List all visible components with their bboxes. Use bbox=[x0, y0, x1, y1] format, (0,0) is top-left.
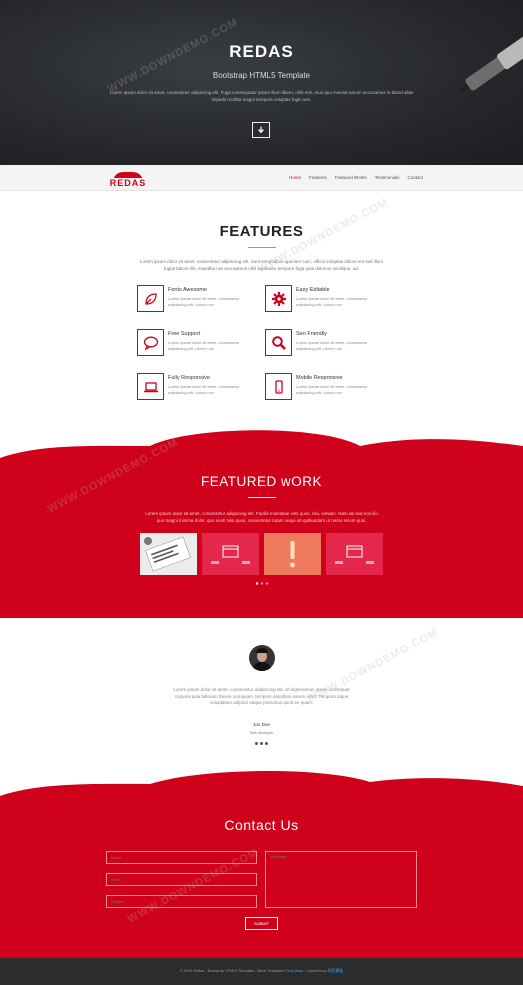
footer-text: © 2015 Redas - Bootstrap HTML5 Template … bbox=[0, 969, 523, 974]
footer-middle: - Collect from bbox=[303, 969, 327, 973]
testimonial-quote: Lorem ipsum dolor sit amet, consectetur … bbox=[173, 687, 350, 705]
featured-work-wave bbox=[0, 430, 523, 464]
feature-seo-friendly: Seo Friendly Lorem ipsum dolor sit amet,… bbox=[265, 329, 385, 359]
hero-title: REDAS bbox=[229, 42, 294, 61]
mobile-icon bbox=[275, 380, 283, 394]
nav-item-features[interactable]: Features bbox=[309, 175, 327, 180]
avatar bbox=[249, 645, 275, 671]
submit-button[interactable]: SUBMIT bbox=[245, 917, 278, 930]
feature-desc: Lorem ipsum dolor sit amet, consectetur … bbox=[296, 340, 368, 351]
hero-section: REDAS Bootstrap HTML5 Template Lorem ips… bbox=[0, 0, 523, 165]
work-thumbnail-1[interactable] bbox=[140, 533, 197, 575]
nav-menu: Home Features Featured Works Testimonial… bbox=[289, 175, 423, 180]
footer-link-source[interactable]: 网页模板 bbox=[328, 969, 343, 973]
arrow-down-icon bbox=[258, 126, 264, 134]
footer-copyright: © 2015 Redas - Bootstrap HTML5 Template … bbox=[179, 969, 285, 973]
navbar: REDAS Home Features Featured Works Testi… bbox=[0, 165, 523, 191]
testimonial-role: Web developer bbox=[249, 731, 274, 735]
nav-item-testimonials[interactable]: Testimonials bbox=[375, 175, 400, 180]
message-field[interactable] bbox=[265, 851, 417, 908]
work-thumbnail-2[interactable] bbox=[202, 533, 259, 575]
featured-work-title: FEATURED wORK bbox=[200, 474, 322, 489]
subject-field[interactable] bbox=[106, 895, 257, 908]
nav-item-featured-works[interactable]: Featured Works bbox=[335, 175, 367, 180]
feature-easy-editable: Easy Editable Lorem ipsum dolor sit amet… bbox=[265, 285, 385, 315]
feature-mobile-responsive: Mobile Responsive Lorem ipsum dolor sit … bbox=[265, 373, 385, 403]
chat-icon bbox=[143, 336, 159, 351]
featured-work-divider bbox=[248, 497, 276, 498]
design-sketch-image bbox=[140, 533, 197, 575]
feature-fonts-awesome: Fonts Awesome Lorem ipsum dolor sit amet… bbox=[137, 285, 257, 315]
feature-desc: Lorem ipsum dolor sit amet, consectetur … bbox=[296, 384, 368, 395]
work-thumbnail-3[interactable] bbox=[264, 533, 321, 575]
name-field[interactable] bbox=[106, 851, 257, 864]
leaf-icon bbox=[145, 293, 157, 305]
hero-text: Lorem ipsum dolor sit amet, consectetur … bbox=[109, 90, 414, 102]
pen-image bbox=[458, 29, 523, 96]
feature-fully-responsive: Fully Responsive Lorem ipsum dolor sit a… bbox=[137, 373, 257, 403]
footer: © 2015 Redas - Bootstrap HTML5 Template … bbox=[0, 958, 523, 985]
email-field[interactable] bbox=[106, 873, 257, 886]
nav-item-contact[interactable]: Contact bbox=[407, 175, 423, 180]
feature-desc: Lorem ipsum dolor sit amet, consectetur … bbox=[296, 296, 368, 307]
feature-title: Fonts Awesome bbox=[168, 287, 208, 293]
hero-subtitle: Bootstrap HTML5 Template bbox=[212, 71, 311, 80]
nav-item-home[interactable]: Home bbox=[289, 175, 301, 180]
features-title: FEATURES bbox=[219, 223, 304, 240]
feature-free-support: Free Support Lorem ipsum dolor sit amet,… bbox=[137, 329, 257, 359]
carousel-dots[interactable] bbox=[255, 582, 269, 585]
feature-title: Free Support bbox=[168, 331, 201, 337]
features-divider bbox=[248, 247, 276, 248]
feature-desc: Lorem ipsum dolor sit amet, consectetur … bbox=[168, 340, 240, 351]
testimonial-name: Jon Doe bbox=[253, 722, 270, 727]
feature-title: Seo Friendly bbox=[296, 331, 327, 337]
gear-icon bbox=[272, 292, 286, 306]
exclamation-icon bbox=[290, 541, 295, 568]
feature-desc: Lorem ipsum dolor sit amet, consectetur … bbox=[168, 384, 240, 395]
work-thumbnail-4[interactable] bbox=[326, 533, 383, 575]
footer-link-templates[interactable]: Ferry Bear bbox=[285, 969, 303, 973]
laptop-icon bbox=[144, 382, 158, 393]
feature-desc: Lorem ipsum dolor sit amet, consectetur … bbox=[168, 296, 240, 307]
contact-wave bbox=[0, 770, 523, 802]
logo[interactable]: REDAS bbox=[107, 172, 149, 188]
featured-work-text: Lorem ipsum dolor sit amet, consectetur … bbox=[145, 511, 378, 523]
scroll-down-button[interactable] bbox=[252, 122, 270, 138]
browser-mockup-icon bbox=[335, 545, 374, 564]
testimonial-dots[interactable] bbox=[255, 742, 268, 745]
browser-mockup-icon bbox=[211, 545, 250, 564]
logo-text: REDAS bbox=[107, 178, 149, 188]
feature-title: Fully Responsive bbox=[168, 375, 210, 381]
feature-title: Mobile Responsive bbox=[296, 375, 343, 381]
features-text: Lorem ipsum dolor sit amet, consectetur … bbox=[139, 259, 384, 271]
search-icon bbox=[272, 336, 286, 350]
feature-title: Easy Editable bbox=[296, 287, 330, 293]
contact-title: Contact Us bbox=[224, 817, 299, 833]
